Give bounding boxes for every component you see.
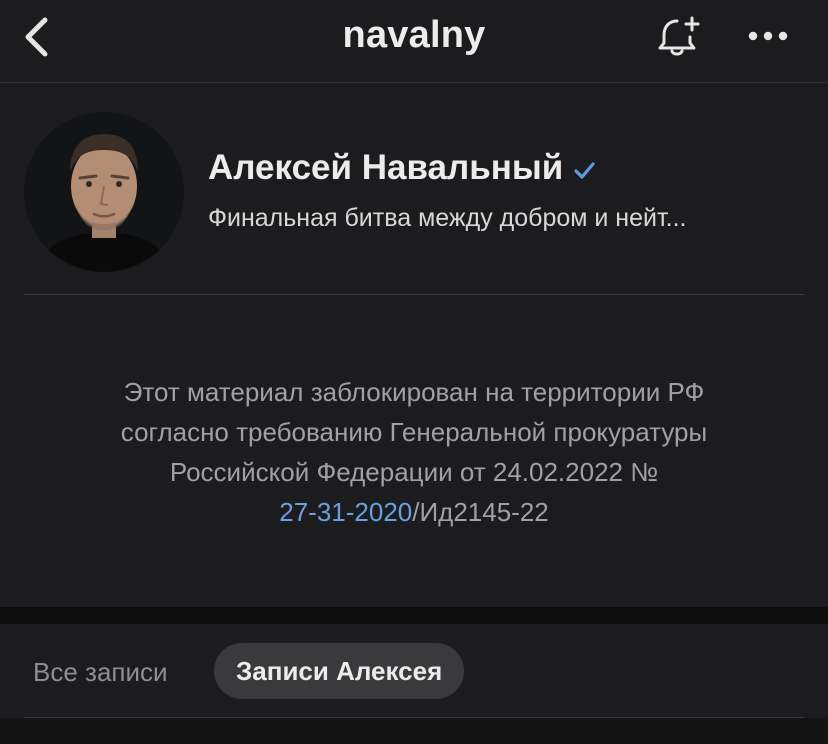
registry-link[interactable]: 27-31-2020 bbox=[279, 497, 412, 527]
blocked-notice-line: Этот материал заблокирован на территории… bbox=[123, 377, 705, 407]
more-options-button[interactable] bbox=[742, 16, 794, 56]
blocked-notice-line: Российской Федерации от 24.02.2022 № bbox=[169, 457, 659, 487]
blocked-notice: Этот материал заблокирован на территории… bbox=[24, 372, 804, 532]
bell-plus-icon bbox=[658, 16, 700, 56]
posts-filter-tabs: Все записи Записи Алексея bbox=[0, 624, 828, 717]
profile-card[interactable]: Алексей Навальный Финальная битва между … bbox=[24, 82, 804, 295]
section-separator bbox=[0, 607, 828, 624]
profile-status[interactable]: Финальная битва между добром и нейт... bbox=[208, 204, 804, 233]
verified-check-icon bbox=[574, 162, 595, 179]
blocked-notice-line: 27-31-2020/Ид2145-22 bbox=[24, 492, 804, 532]
tab-all-posts[interactable]: Все записи bbox=[33, 657, 168, 688]
top-bar: navalny bbox=[0, 0, 828, 83]
profile-name-row: Алексей Навальный bbox=[208, 148, 595, 188]
blocked-notice-line: согласно требованию Генеральной прокурат… bbox=[120, 417, 708, 447]
subscribe-bell-button[interactable] bbox=[652, 12, 706, 62]
registry-suffix: /Ид2145-22 bbox=[412, 497, 549, 527]
feed-background bbox=[0, 718, 828, 744]
profile-name: Алексей Навальный bbox=[208, 148, 564, 187]
tab-owner-posts[interactable]: Записи Алексея bbox=[214, 643, 465, 699]
more-dots-icon bbox=[748, 31, 788, 41]
avatar-photo-icon bbox=[24, 112, 184, 272]
avatar[interactable] bbox=[24, 112, 184, 272]
